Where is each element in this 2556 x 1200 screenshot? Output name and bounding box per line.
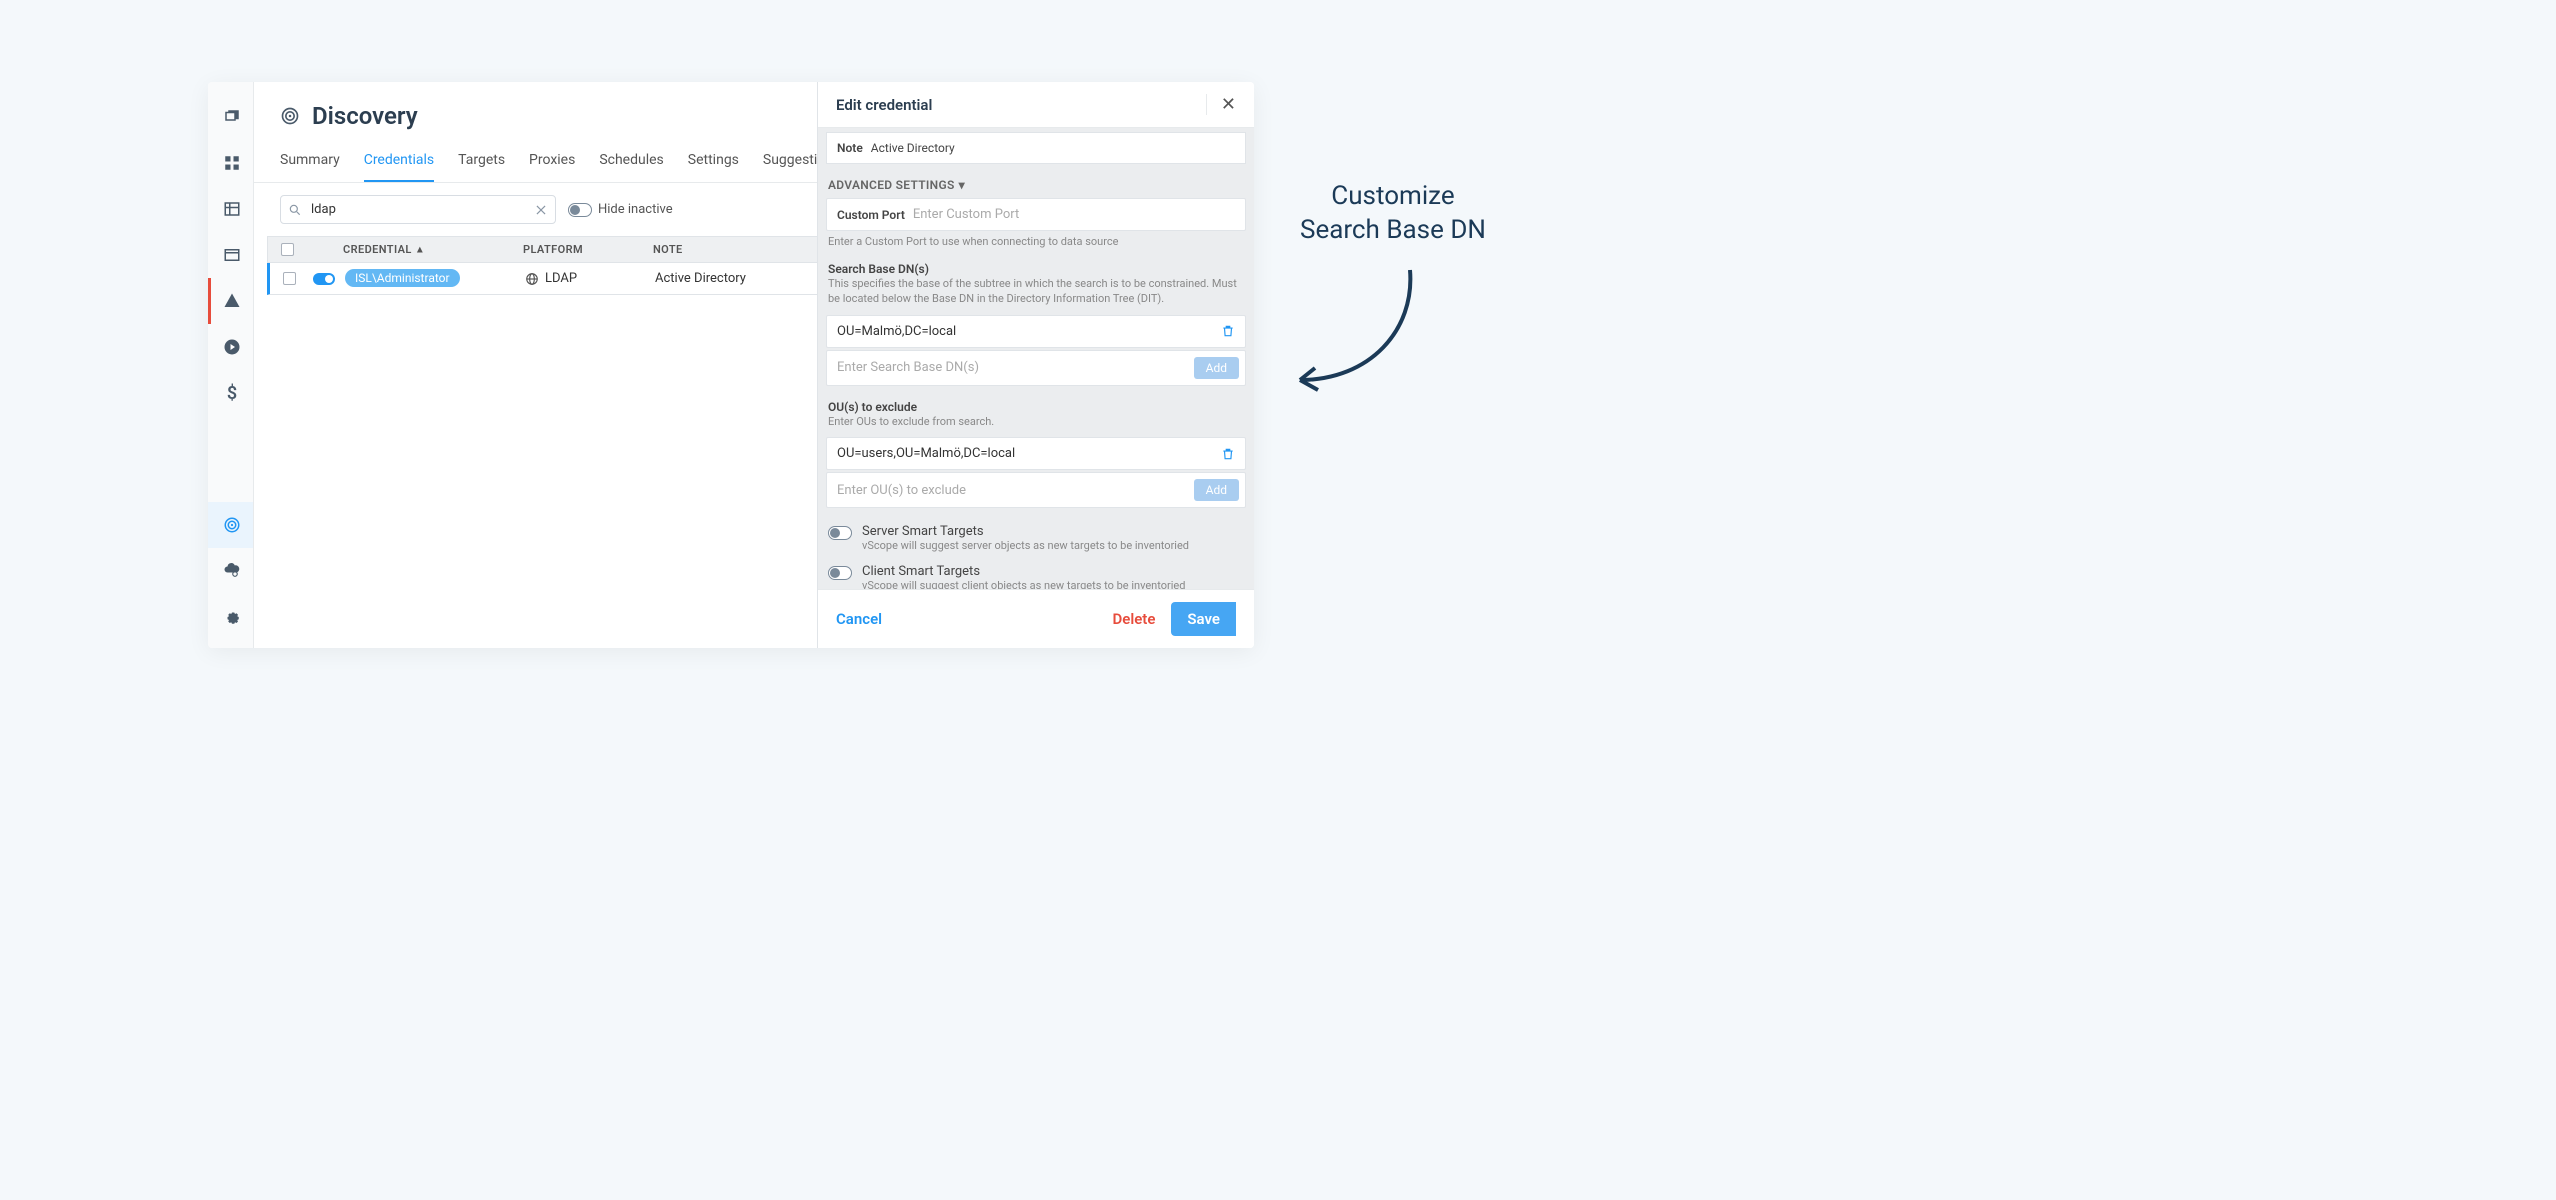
search-base-desc: This specifies the base of the subtree i…: [818, 276, 1254, 313]
sidebar-nav-dollar[interactable]: $: [208, 370, 253, 416]
custom-port-input[interactable]: [913, 207, 1235, 222]
custom-port-field: Custom Port: [826, 198, 1246, 231]
search-wrap: [280, 195, 556, 224]
custom-port-help: Enter a Custom Port to use when connecti…: [818, 231, 1254, 256]
sidebar-nav-alert[interactable]: [208, 278, 253, 324]
tab-settings[interactable]: Settings: [688, 142, 739, 182]
exclude-value: OU=users,OU=Malmö,DC=local: [837, 446, 1221, 461]
sidebar: $: [208, 82, 254, 648]
server-smart-title: Server Smart Targets: [862, 524, 1189, 539]
search-input[interactable]: [280, 195, 556, 224]
delete-button[interactable]: Delete: [1112, 610, 1155, 628]
dashboard-icon: [223, 154, 241, 172]
hide-inactive-toggle[interactable]: [568, 203, 592, 217]
exclude-entry: OU=users,OU=Malmö,DC=local: [826, 437, 1246, 470]
hide-inactive[interactable]: Hide inactive: [568, 202, 673, 217]
col-platform-header[interactable]: PLATFORM: [523, 243, 653, 256]
trash-icon[interactable]: [1221, 324, 1235, 338]
main-area: Discovery Summary Credentials Targets Pr…: [254, 82, 1254, 648]
sidebar-nav-4[interactable]: [208, 232, 253, 278]
exclude-heading: OU(s) to exclude: [818, 394, 1254, 414]
client-smart-targets-setting: Client Smart Targets vScope will suggest…: [818, 556, 1254, 589]
client-smart-title: Client Smart Targets: [862, 564, 1185, 579]
page-title: Discovery: [312, 102, 418, 130]
client-smart-toggle[interactable]: [828, 566, 852, 580]
cancel-button[interactable]: Cancel: [836, 610, 882, 628]
row-active-toggle[interactable]: [313, 273, 335, 285]
exclude-add-button[interactable]: Add: [1194, 479, 1239, 501]
panel-footer: Cancel Delete Save: [818, 589, 1254, 648]
platform-cell: LDAP: [545, 271, 577, 286]
table-icon: [223, 200, 241, 218]
sidebar-nav-1[interactable]: [208, 94, 253, 140]
exclude-add-row: Add: [826, 472, 1246, 508]
note-label: Note: [837, 141, 863, 155]
sidebar-nav-2[interactable]: [208, 140, 253, 186]
sidebar-nav-settings[interactable]: [208, 594, 253, 640]
server-smart-targets-setting: Server Smart Targets vScope will suggest…: [818, 516, 1254, 556]
advanced-settings-header[interactable]: ADVANCED SETTINGS ▾: [818, 168, 1254, 198]
search-base-heading: Search Base DN(s): [818, 256, 1254, 276]
tab-targets[interactable]: Targets: [458, 142, 505, 182]
search-base-add-input[interactable]: [837, 360, 1194, 375]
tab-proxies[interactable]: Proxies: [529, 142, 575, 182]
tab-schedules[interactable]: Schedules: [599, 142, 663, 182]
edit-credential-panel: Edit credential ✕ Note Active Directory …: [817, 82, 1254, 648]
panel-body: Note Active Directory ADVANCED SETTINGS …: [818, 128, 1254, 589]
annotation-arrow-icon: [1280, 260, 1430, 410]
trash-icon[interactable]: [1221, 447, 1235, 461]
note-field: Note Active Directory: [826, 132, 1246, 164]
search-base-entry: OU=Malmö,DC=local: [826, 315, 1246, 348]
select-all-checkbox[interactable]: [281, 243, 294, 256]
tab-summary[interactable]: Summary: [280, 142, 340, 182]
sidebar-nav-play[interactable]: [208, 324, 253, 370]
radar-icon: [223, 516, 241, 534]
search-base-value: OU=Malmö,DC=local: [837, 324, 1221, 339]
gear-icon: [223, 608, 241, 626]
exclude-add-input[interactable]: [837, 483, 1194, 498]
annotation-text: Customize Search Base DN: [1300, 180, 1486, 248]
layers-icon: [223, 108, 241, 126]
panel-header: Edit credential ✕: [818, 82, 1254, 128]
panel-title: Edit credential: [836, 96, 932, 114]
chevron-down-icon: ▾: [959, 178, 965, 192]
search-base-add-row: Add: [826, 350, 1246, 386]
sidebar-nav-3[interactable]: [208, 186, 253, 232]
sidebar-nav-discovery[interactable]: [208, 502, 253, 548]
radar-icon: [280, 106, 300, 126]
save-button[interactable]: Save: [1171, 602, 1236, 636]
client-smart-desc: vScope will suggest client objects as ne…: [862, 579, 1185, 589]
app-window: $ Discovery Summary Credentials Targets …: [208, 82, 1254, 648]
play-icon: [223, 338, 241, 356]
server-smart-desc: vScope will suggest server objects as ne…: [862, 539, 1189, 552]
note-value: Active Directory: [871, 141, 955, 155]
exclude-desc: Enter OUs to exclude from search.: [818, 414, 1254, 435]
clear-icon[interactable]: [534, 203, 548, 217]
search-icon: [288, 203, 302, 217]
cloud-gear-icon: [223, 562, 241, 580]
tab-credentials[interactable]: Credentials: [364, 142, 434, 182]
dollar-icon: $: [227, 383, 237, 404]
col-credential-header[interactable]: CREDENTIAL ▲: [343, 243, 523, 256]
window-icon: [223, 246, 241, 264]
hide-inactive-label: Hide inactive: [598, 202, 673, 217]
search-base-add-button[interactable]: Add: [1194, 357, 1239, 379]
custom-port-label: Custom Port: [837, 208, 905, 222]
server-smart-toggle[interactable]: [828, 526, 852, 540]
sidebar-nav-config[interactable]: [208, 548, 253, 594]
alert-icon: [223, 292, 241, 310]
credential-pill: ISL\Administrator: [345, 269, 460, 287]
row-checkbox[interactable]: [283, 272, 296, 285]
sort-caret-icon: ▲: [415, 245, 425, 256]
close-button[interactable]: ✕: [1206, 94, 1236, 115]
globe-icon: [525, 272, 539, 286]
